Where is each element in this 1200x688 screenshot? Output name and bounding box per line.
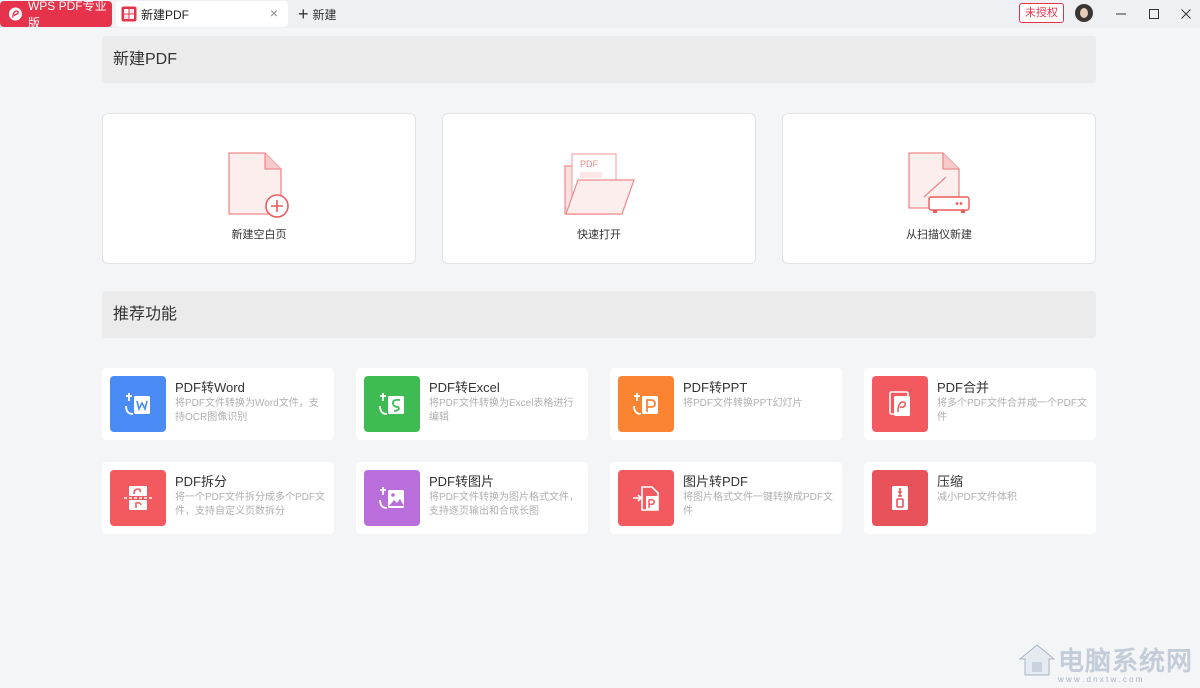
pdf-split-icon — [110, 470, 166, 526]
open-folder-icon: PDF — [564, 153, 635, 215]
scanner-icon — [908, 152, 970, 213]
minimize-icon — [1116, 13, 1126, 15]
compress-icon — [872, 470, 928, 526]
new-blank-page-card[interactable]: 新建空白页 — [102, 113, 416, 264]
feature-title: PDF转Excel — [429, 380, 500, 395]
feature-title: PDF拆分 — [175, 474, 228, 489]
feature-desc: 将一个PDF文件拆分成多个PDF文件，支持自定义页数拆分 — [175, 492, 325, 517]
new-tab-label: 新建 — [312, 7, 337, 22]
feature-pdf-to-excel[interactable]: PDF转Excel 将PDF文件转换为Excel表格进行编辑 — [356, 368, 588, 440]
close-tab-icon[interactable]: × — [267, 6, 281, 20]
new-blank-page-label: 新建空白页 — [231, 229, 287, 241]
site-watermark: 电脑系统网 w w w . d n x t w . c o m — [1014, 638, 1200, 688]
feature-desc: 将PDF文件转换为Word文件，支持OCR图像识别 — [175, 398, 319, 423]
feature-desc: 减小PDF文件体积 — [937, 492, 1017, 503]
image-to-pdf-icon — [618, 470, 674, 526]
watermark-url: w w w . d n x t w . c o m — [1058, 675, 1143, 684]
quick-open-label: 快速打开 — [577, 229, 621, 241]
title-bar: WPS PDF专业版 新建PDF × + 新建 未授权 — [0, 0, 1200, 30]
close-window-button[interactable] — [1176, 4, 1196, 24]
maximize-button[interactable] — [1144, 4, 1164, 24]
wps-pdf-logo-icon — [9, 7, 22, 21]
pdf-to-image-icon — [364, 470, 420, 526]
feature-desc: 将PDF文件转换为图片格式文件，支持逐页输出和合成长图 — [429, 492, 579, 517]
unlicensed-badge[interactable]: 未授权 — [1019, 3, 1064, 23]
feature-desc: 将PDF文件转换PPT幻灯片 — [683, 398, 803, 409]
feature-desc: 将PDF文件转换为Excel表格进行编辑 — [429, 398, 574, 423]
pdf-doc-icon — [121, 6, 137, 22]
minimize-button[interactable] — [1111, 4, 1131, 24]
tab-new-pdf[interactable]: 新建PDF × — [116, 1, 288, 27]
house-logo-icon — [1018, 644, 1056, 676]
pdf-to-excel-icon — [364, 376, 420, 432]
close-icon — [1181, 9, 1191, 19]
pdf-to-word-icon — [110, 376, 166, 432]
feature-pdf-split[interactable]: PDF拆分 将一个PDF文件拆分成多个PDF文件，支持自定义页数拆分 — [102, 462, 334, 534]
feature-compress[interactable]: 压缩 减小PDF文件体积 — [864, 462, 1096, 534]
avatar[interactable] — [1075, 4, 1093, 22]
feature-desc: 将图片格式文件一键转换成PDF文件 — [683, 492, 833, 517]
pdf-to-ppt-icon — [618, 376, 674, 432]
feature-pdf-to-ppt[interactable]: PDF转PPT 将PDF文件转换PPT幻灯片 — [610, 368, 842, 440]
tab-label: 新建PDF — [141, 7, 190, 22]
feature-desc: 将多个PDF文件合并成一个PDF文件 — [937, 398, 1087, 423]
maximize-icon — [1149, 9, 1159, 19]
feature-pdf-to-image[interactable]: PDF转图片 将PDF文件转换为图片格式文件，支持逐页输出和合成长图 — [356, 462, 588, 534]
feature-title: 压缩 — [937, 474, 964, 489]
feature-pdf-to-word[interactable]: PDF转Word 将PDF文件转换为Word文件，支持OCR图像识别 — [102, 368, 334, 440]
pdf-merge-icon — [872, 376, 928, 432]
feature-title: PDF合并 — [937, 380, 990, 395]
new-from-scanner-label: 从扫描仪新建 — [906, 229, 972, 241]
new-from-scanner-card[interactable]: 从扫描仪新建 — [782, 113, 1096, 264]
svg-text:PDF: PDF — [580, 159, 599, 169]
feature-image-to-pdf[interactable]: 图片转PDF 将图片格式文件一键转换成PDF文件 — [610, 462, 842, 534]
app-menu-tab[interactable]: WPS PDF专业版 — [0, 0, 112, 30]
plus-icon: + — [298, 4, 309, 24]
section-title-new-pdf: 新建PDF — [102, 36, 1096, 83]
feature-title: PDF转PPT — [683, 380, 748, 395]
feature-title: PDF转Word — [175, 380, 245, 395]
feature-title: PDF转图片 — [429, 474, 495, 489]
watermark-title: 电脑系统网 — [1058, 647, 1194, 677]
feature-pdf-merge[interactable]: PDF合并 将多个PDF文件合并成一个PDF文件 — [864, 368, 1096, 440]
app-title: WPS PDF专业版 — [27, 0, 107, 30]
new-tab-button[interactable]: + 新建 — [298, 5, 337, 23]
quick-open-card[interactable]: PDF 快速打开 — [442, 113, 756, 264]
feature-title: 图片转PDF — [683, 474, 749, 489]
section-title-recommended: 推荐功能 — [102, 291, 1096, 338]
blank-page-icon — [228, 152, 289, 218]
